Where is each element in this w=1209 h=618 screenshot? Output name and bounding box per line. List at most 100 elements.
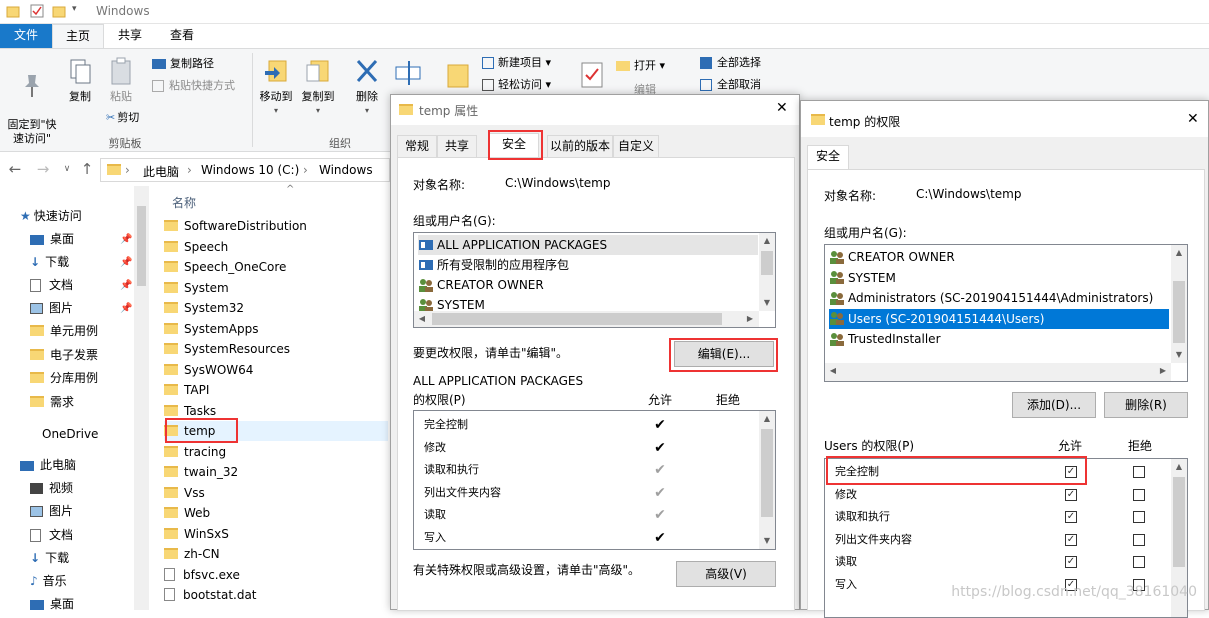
deny-checkbox[interactable]: [1133, 533, 1145, 546]
tab-previous-versions[interactable]: 以前的版本: [547, 135, 613, 157]
tab-security[interactable]: 安全: [807, 145, 849, 169]
properties-big-icon[interactable]: [580, 59, 604, 92]
copy-button[interactable]: 复制: [64, 57, 96, 104]
nav-onedrive[interactable]: OneDrive: [42, 423, 98, 445]
forward-arrow-icon[interactable]: →: [34, 160, 52, 178]
deny-checkbox[interactable]: [1133, 511, 1145, 523]
user-item[interactable]: CREATOR OWNER: [418, 275, 544, 295]
tab-view[interactable]: 查看: [156, 24, 208, 48]
scroll-right-icon[interactable]: ▶: [1155, 363, 1171, 379]
close-icon[interactable]: ✕: [1187, 111, 1199, 127]
scroll-down-icon[interactable]: ▼: [1171, 347, 1187, 363]
allow-checkbox[interactable]: ✓: [1065, 511, 1077, 523]
nav-quick-access[interactable]: ★ 快速访问: [20, 205, 82, 227]
nav-downloads2[interactable]: ↓ 下载: [30, 547, 69, 569]
nav-folder2[interactable]: 电子发票: [30, 344, 98, 366]
nav-scroll-thumb[interactable]: [137, 206, 146, 286]
user-item[interactable]: 所有受限制的应用程序包: [418, 255, 569, 275]
crumb-this-pc[interactable]: 此电脑: [143, 163, 179, 180]
select-none-button[interactable]: 全部取消: [700, 76, 761, 94]
tab-general[interactable]: 常规: [397, 135, 437, 157]
user-item[interactable]: SYSTEM: [829, 268, 896, 288]
back-arrow-icon[interactable]: ←: [6, 160, 24, 178]
tab-sharing[interactable]: 共享: [437, 135, 477, 157]
file-row[interactable]: Tasks: [164, 401, 388, 421]
scroll-down-icon[interactable]: ▼: [759, 533, 775, 549]
allow-checkbox[interactable]: ✓: [1065, 533, 1077, 546]
scroll-down-icon[interactable]: ▼: [759, 295, 775, 311]
delete-button[interactable]: 删除 ▾: [350, 57, 384, 118]
file-row[interactable]: Vss: [164, 483, 388, 503]
scroll-thumb[interactable]: [761, 429, 773, 517]
file-row[interactable]: SoftwareDistribution: [164, 216, 388, 236]
allow-checkbox[interactable]: ✓: [1065, 466, 1077, 478]
select-all-button[interactable]: 全部选择: [700, 54, 761, 72]
scroll-left-icon[interactable]: ◀: [414, 311, 430, 327]
nav-music[interactable]: ♪ 音乐: [30, 570, 67, 592]
properties-icon[interactable]: [30, 4, 44, 18]
open-button[interactable]: 打开 ▾: [616, 57, 665, 75]
user-item[interactable]: ALL APPLICATION PACKAGES: [418, 235, 758, 255]
new-folder-big-icon[interactable]: [446, 59, 470, 92]
nav-documents[interactable]: 文档: [30, 274, 73, 296]
scroll-right-icon[interactable]: ▶: [742, 311, 758, 327]
tab-customize[interactable]: 自定义: [613, 135, 659, 157]
scroll-thumb[interactable]: [1173, 477, 1185, 567]
deny-checkbox[interactable]: [1133, 466, 1145, 478]
perms-vscrollbar[interactable]: ▲ ▼: [759, 411, 775, 549]
tab-share[interactable]: 共享: [104, 24, 156, 48]
file-row[interactable]: WinSxS: [164, 524, 388, 544]
nav-documents2[interactable]: 文档: [30, 524, 73, 546]
advanced-button[interactable]: 高级(V): [676, 561, 776, 587]
crumb-folder[interactable]: Windows: [319, 163, 373, 177]
rename-icon[interactable]: [394, 59, 422, 92]
nav-pictures2[interactable]: 图片: [30, 500, 73, 522]
file-row[interactable]: bfsvc.exe: [164, 565, 388, 585]
nav-folder4[interactable]: 需求: [30, 391, 74, 413]
allow-checkbox[interactable]: ✓: [1065, 556, 1077, 568]
close-icon[interactable]: ✕: [776, 100, 788, 116]
file-row[interactable]: Speech_OneCore: [164, 257, 388, 277]
scroll-up-icon[interactable]: ▲: [759, 233, 775, 249]
scroll-up-icon[interactable]: ▲: [1171, 459, 1187, 475]
nav-desktop2[interactable]: 桌面: [30, 593, 74, 615]
file-row[interactable]: SystemResources: [164, 339, 388, 359]
qat-dropdown-icon[interactable]: ▾: [72, 4, 86, 18]
file-row[interactable]: System: [164, 278, 388, 298]
remove-button[interactable]: 删除(R): [1104, 392, 1188, 418]
perm-users-hscrollbar[interactable]: ◀ ▶: [825, 363, 1171, 381]
user-item[interactable]: CREATOR OWNER: [829, 247, 955, 267]
file-row[interactable]: twain_32: [164, 462, 388, 482]
copy-to-button[interactable]: 复制到 ▾: [298, 57, 338, 118]
scroll-thumb[interactable]: [1173, 281, 1185, 343]
column-header-name[interactable]: 名称: [172, 194, 196, 211]
perm-users-listbox[interactable]: CREATOR OWNER SYSTEM Administrators (SC-20…: [824, 244, 1188, 382]
file-row[interactable]: TAPI: [164, 380, 388, 400]
file-row[interactable]: tracing: [164, 442, 388, 462]
user-item[interactable]: Users (SC-201904151444\Users): [829, 308, 1169, 329]
file-row[interactable]: temp: [164, 421, 388, 441]
nav-downloads[interactable]: ↓ 下载: [30, 251, 69, 273]
file-row[interactable]: SystemApps: [164, 319, 388, 339]
deny-checkbox[interactable]: [1133, 556, 1145, 568]
user-item[interactable]: TrustedInstaller: [829, 329, 941, 349]
add-button[interactable]: 添加(D)...: [1012, 392, 1096, 418]
pin-quick-access-button[interactable]: 固定到"快 速访问": [2, 57, 62, 146]
tab-home[interactable]: 主页: [52, 24, 104, 48]
nav-folder1[interactable]: 单元用例: [30, 320, 98, 342]
user-item[interactable]: Administrators (SC-201904151444\Administ…: [829, 288, 1153, 308]
paste-shortcut-button[interactable]: 粘贴快捷方式: [152, 77, 235, 95]
nav-folder3[interactable]: 分库用例: [30, 367, 98, 389]
deny-checkbox[interactable]: [1133, 488, 1145, 501]
users-listbox[interactable]: ALL APPLICATION PACKAGES 所有受限制的应用程序包 CRE…: [413, 232, 776, 328]
paste-button[interactable]: 粘贴: [104, 57, 138, 104]
cut-button[interactable]: ✂ 剪切: [106, 109, 139, 127]
up-arrow-icon[interactable]: ↑: [78, 160, 96, 178]
nav-videos[interactable]: 视频: [30, 477, 73, 499]
new-item-button[interactable]: 新建项目 ▾: [482, 54, 551, 72]
tab-file[interactable]: 文件: [0, 24, 52, 48]
new-folder-icon[interactable]: [52, 4, 66, 18]
nav-this-pc[interactable]: 此电脑: [20, 454, 76, 476]
address-box[interactable]: › 此电脑 › Windows 10 (C:) › Windows: [100, 158, 390, 182]
nav-pictures[interactable]: 图片: [30, 297, 73, 319]
